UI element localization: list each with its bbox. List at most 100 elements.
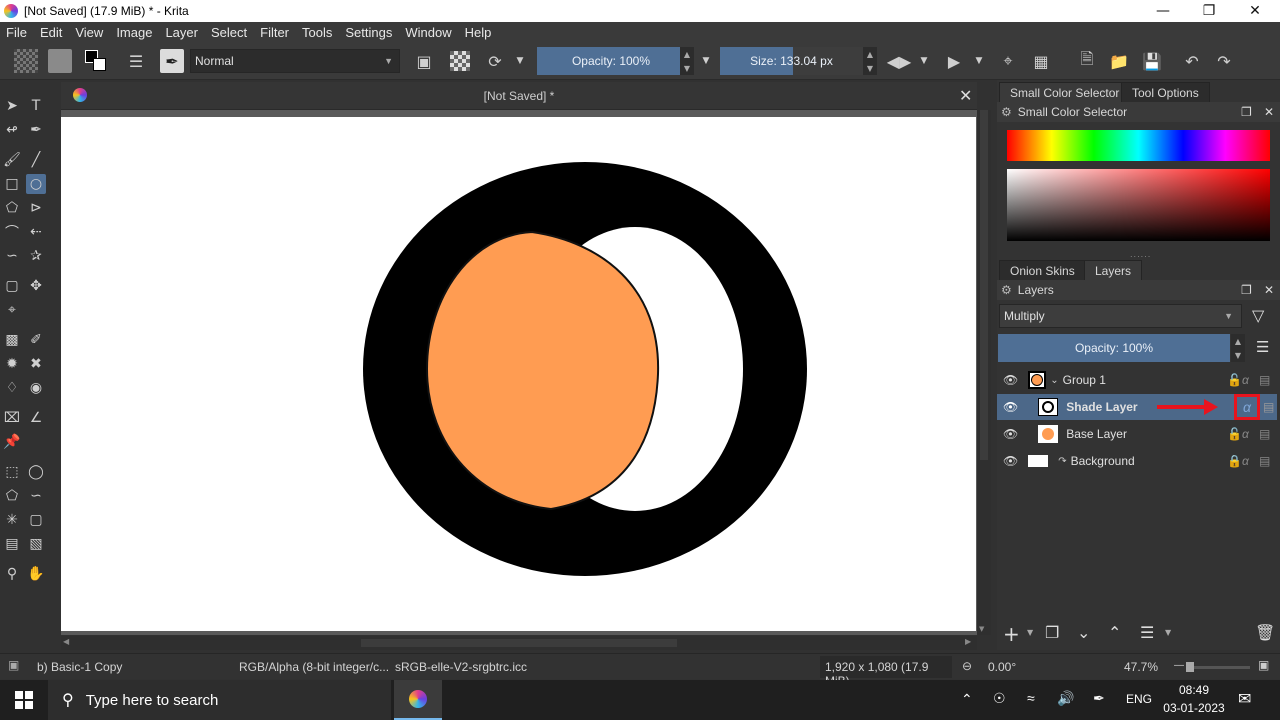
mirror-vertical-icon[interactable]: ▶ (942, 49, 966, 73)
brush-preset-icon[interactable]: ✒ (160, 49, 184, 73)
color-picker-icon[interactable]: ✐ (26, 330, 46, 350)
colorize-mask-icon[interactable]: ✹ (2, 354, 22, 374)
chevron-down-icon[interactable]: ▼ (916, 49, 932, 73)
assistant-tool-icon[interactable]: ⌧ (2, 408, 22, 428)
layer-properties-icon[interactable]: ☰ (1140, 623, 1154, 642)
close-window-button[interactable]: ✕ (1232, 0, 1278, 22)
horizontal-scroll-thumb[interactable] (361, 639, 677, 647)
chevron-down-icon[interactable]: ▼ (512, 49, 528, 73)
wrap-around-icon[interactable]: ▦ (1029, 49, 1053, 73)
preserve-alpha-icon[interactable] (450, 51, 470, 71)
ellipse-select-icon[interactable]: ◯ (26, 462, 46, 482)
fill-tool-icon[interactable]: ♢ (2, 378, 22, 398)
clock-time[interactable]: 08:49 (1164, 683, 1224, 697)
freehand-select-icon[interactable]: ∽ (26, 486, 46, 506)
layer-opacity-spinner[interactable]: ▲ ▼ (1231, 334, 1245, 362)
menu-help[interactable]: Help (465, 25, 492, 40)
freehand-path-icon[interactable]: ⇠ (26, 222, 46, 242)
move-layer-up-icon[interactable]: ⌃ (1108, 623, 1121, 642)
measure-tool-icon[interactable]: ∠ (26, 408, 46, 428)
show-hidden-icons[interactable]: ⌃ (961, 691, 973, 708)
layer-row-base-layer[interactable]: 👁 Base Layer 🔓 α ▤ (997, 421, 1277, 447)
minimize-button[interactable]: — (1140, 0, 1186, 22)
opacity-slider[interactable]: Opacity: 100% (537, 47, 685, 75)
taskbar-krita-app[interactable] (394, 680, 442, 720)
zoom-out-icon[interactable]: — (1174, 660, 1184, 671)
similar-select-icon[interactable]: ▢ (26, 510, 46, 530)
scroll-down-icon[interactable]: ▼ (979, 625, 984, 633)
tab-layers[interactable]: Layers (1084, 260, 1143, 281)
multibrush-icon[interactable]: ✰ (26, 246, 46, 266)
line-tool-icon[interactable]: ╱ (26, 150, 46, 170)
menu-settings[interactable]: Settings (345, 25, 392, 40)
alpha-lock-icon[interactable]: α (1242, 454, 1249, 468)
windows-start-icon[interactable] (15, 691, 33, 709)
menu-window[interactable]: Window (405, 25, 451, 40)
blend-mode-select[interactable]: Normal ▼ (190, 49, 400, 73)
chevron-down-icon[interactable]: ▼ (971, 49, 987, 73)
ellipse-tool-icon[interactable]: ○ (26, 174, 46, 194)
hue-strip[interactable] (1007, 130, 1270, 161)
select-shapes-icon[interactable]: ➤ (2, 96, 22, 116)
horizontal-scrollbar[interactable]: ◀ ▶ (61, 636, 977, 650)
bezier-tool-icon[interactable]: ⌒ (2, 222, 22, 242)
layer-opacity-slider[interactable]: Opacity: 100% (998, 334, 1230, 362)
brush-settings-icon[interactable]: ☰ (124, 49, 148, 73)
saturation-value-picker[interactable] (1007, 169, 1270, 241)
dynamic-brush-icon[interactable]: ∽ (2, 246, 22, 266)
notification-icon[interactable]: ✉ (1238, 689, 1251, 709)
document-tab[interactable]: [Not Saved] * ✕ (61, 82, 977, 110)
crop-tool-icon[interactable]: ⌖ (2, 300, 22, 320)
clock-date[interactable]: 03-01-2023 (1159, 701, 1229, 715)
gradient-tool-icon[interactable]: ▩ (2, 330, 22, 350)
redo-icon[interactable]: ↷ (1212, 49, 1236, 73)
tab-small-color-selector[interactable]: Small Color Selector (999, 82, 1131, 103)
add-layer-icon[interactable]: + (1003, 622, 1020, 646)
zoom-fit-icon[interactable]: ▣ (1258, 658, 1269, 672)
vertical-scroll-thumb[interactable] (980, 110, 988, 460)
scroll-left-icon[interactable]: ◀ (63, 637, 69, 646)
save-icon[interactable]: 💾 (1140, 49, 1164, 73)
lock-icon[interactable]: 🔓 (1227, 373, 1242, 387)
duplicate-layer-icon[interactable]: ❐ (1045, 623, 1059, 642)
transform-tool-icon[interactable]: ▢ (2, 276, 22, 296)
eraser-icon[interactable]: ▣ (412, 49, 436, 73)
lock-icon[interactable]: 🔓 (1227, 427, 1242, 441)
taskbar-search-box[interactable]: ⚲ Type here to search (48, 680, 391, 720)
visibility-eye-icon[interactable]: 👁 (1003, 373, 1018, 387)
close-document-icon[interactable]: ✕ (959, 86, 972, 105)
alpha-channel-icon[interactable]: ▤ (1259, 427, 1270, 441)
smart-patch-icon[interactable]: ✖ (26, 354, 46, 374)
menu-edit[interactable]: Edit (40, 25, 62, 40)
group-collapse-icon[interactable]: ⌄ (1050, 375, 1058, 386)
gradient-preset-icon[interactable] (14, 49, 38, 73)
fg-bg-color-icon[interactable] (84, 49, 108, 73)
polygon-tool-icon[interactable]: ⬠ (2, 198, 22, 218)
visibility-eye-icon[interactable]: 👁 (1003, 400, 1018, 414)
rectangle-tool-icon[interactable]: □ (2, 174, 22, 194)
alpha-lock-icon[interactable]: α (1242, 373, 1249, 387)
float-docker-icon[interactable]: ❐ (1241, 283, 1252, 297)
close-docker-icon[interactable]: ✕ (1264, 105, 1274, 119)
image-dimensions[interactable]: 1,920 x 1,080 (17.9 MiB) (820, 656, 952, 688)
bezier-select-icon[interactable]: ▤ (2, 534, 22, 554)
chevron-down-icon[interactable]: ▼ (1027, 628, 1033, 637)
language-indicator[interactable]: ENG (1126, 692, 1152, 706)
move-tool-icon[interactable]: ✥ (26, 276, 46, 296)
enclose-fill-icon[interactable]: ◉ (26, 378, 46, 398)
chevron-down-icon[interactable]: ▼ (698, 49, 714, 73)
rect-select-icon[interactable]: ⬚ (2, 462, 22, 482)
tab-onion-skins[interactable]: Onion Skins (999, 260, 1086, 281)
menu-view[interactable]: View (75, 25, 103, 40)
vertical-scrollbar[interactable]: ▼ (977, 110, 991, 635)
lock-docker-icon[interactable]: ⚙ (1001, 105, 1012, 119)
undo-icon[interactable]: ↶ (1180, 49, 1204, 73)
menu-select[interactable]: Select (211, 25, 247, 40)
chevron-down-icon[interactable]: ▼ (1165, 628, 1171, 637)
float-docker-icon[interactable]: ❐ (1241, 105, 1252, 119)
delete-layer-icon[interactable]: 🗑 (1255, 623, 1275, 642)
alpha-channel-icon[interactable]: ▤ (1259, 454, 1270, 468)
splitter-handle[interactable]: ...... (1130, 250, 1151, 259)
size-slider[interactable]: Size: 133.04 px (720, 47, 863, 75)
canvas[interactable] (61, 117, 976, 631)
